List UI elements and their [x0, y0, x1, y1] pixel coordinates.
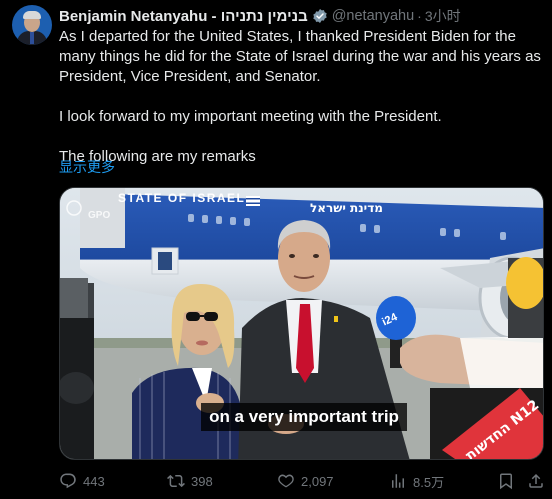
watermark-gpo: GPO — [88, 210, 110, 221]
reply-button[interactable]: 443 — [59, 472, 105, 490]
avatar[interactable] — [12, 5, 52, 45]
post-text: As I departed for the United States, I t… — [59, 27, 544, 167]
avatar-tie — [30, 32, 34, 44]
video-caption: on a very important trip — [201, 403, 407, 431]
share-button[interactable] — [527, 472, 551, 490]
like-count: 2,097 — [301, 473, 334, 489]
views-count: 8.5万 — [413, 474, 445, 490]
author-handle[interactable]: @netanyahu — [332, 8, 414, 24]
verified-badge-icon — [313, 9, 327, 23]
bookmark-icon — [500, 473, 512, 490]
post-paragraph: As I departed for the United States, I t… — [59, 28, 541, 85]
post-video[interactable]: STATE OF ISRAEL מדינת ישראל GPO i24 החדש… — [59, 187, 544, 460]
views-icon — [392, 474, 404, 488]
bookmark-button[interactable] — [497, 472, 521, 490]
action-bar: 443 398 2,097 8.5万 — [59, 470, 544, 492]
share-icon — [529, 473, 543, 488]
author-name[interactable]: Benjamin Netanyahu - בנימין נתניהו — [59, 8, 308, 25]
repost-count: 398 — [191, 473, 213, 489]
avatar-hair — [23, 11, 41, 19]
like-icon — [278, 474, 294, 488]
show-more-link[interactable]: 显示更多 — [59, 157, 115, 177]
views-button[interactable]: 8.5万 — [389, 472, 444, 491]
reply-icon — [60, 473, 76, 489]
reply-count: 443 — [83, 473, 105, 489]
airplane-hebrew-lettering: מדינת ישראל — [310, 201, 383, 215]
airplane-lettering: STATE OF ISRAEL — [118, 191, 245, 205]
post-paragraph: The following are my remarks — [59, 148, 256, 165]
post-paragraph: I look forward to my important meeting w… — [59, 108, 442, 125]
post-header: Benjamin Netanyahu - בנימין נתניהו @neta… — [59, 6, 461, 26]
like-button[interactable]: 2,097 — [277, 472, 334, 490]
meta-separator: · — [417, 8, 422, 24]
post-timestamp[interactable]: 3小时 — [425, 6, 461, 26]
repost-icon — [167, 474, 185, 488]
repost-button[interactable]: 398 — [167, 472, 213, 490]
